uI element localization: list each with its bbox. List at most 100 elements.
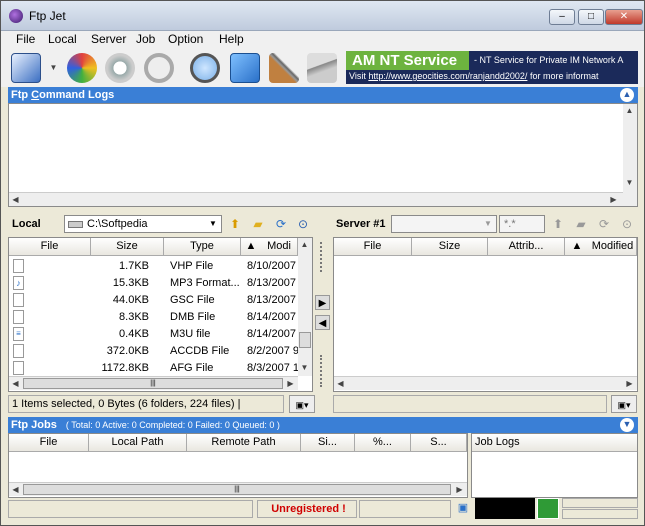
search-icon[interactable] [190,53,220,83]
server-new-folder-icon[interactable]: ▰ [572,215,590,233]
menu-job[interactable]: Job [136,32,155,46]
scroll-up-icon[interactable]: ▲ [623,104,636,117]
settings-icon[interactable] [307,53,337,83]
server-horizontal-scrollbar[interactable]: ◀ ▶ [334,376,637,390]
quick-connect-icon[interactable] [67,53,97,83]
logs-vertical-scrollbar[interactable]: ▲ ▼ [623,104,637,206]
unregistered-label: Unregistered ! [257,500,357,518]
local-label: Local [12,218,41,230]
sort-ascending-icon[interactable]: ▲ [241,238,261,256]
server-col-attrib[interactable]: Attrib... [488,238,565,256]
title-bar[interactable]: Ftp Jet – □ ✕ [1,1,644,31]
scroll-down-icon[interactable]: ▼ [298,361,311,374]
minimize-button[interactable]: – [549,9,575,25]
server-refresh-icon[interactable]: ⟳ [595,215,613,233]
jobs-horizontal-scrollbar[interactable]: ◀ ||| ▶ [9,482,467,496]
collapse-logs-icon[interactable]: ▲ [620,88,634,102]
connect-dropdown-icon[interactable]: ▼ [47,61,60,74]
local-path-combo[interactable]: C:\Softpedia ▼ [64,215,222,233]
cell-type: GSC File [170,294,215,306]
local-col-size[interactable]: Size [91,238,164,256]
scroll-right-icon[interactable]: ▶ [607,193,620,206]
jobs-summary: ( Total: 0 Active: 0 Completed: 0 Failed… [65,420,280,430]
server-file-list[interactable]: File Size Attrib... ▲ Modified ◀ ▶ [333,237,638,392]
download-arrow-icon[interactable]: ◀ [315,315,330,330]
collapse-jobs-icon[interactable]: ▼ [620,418,634,432]
scroll-left-icon[interactable]: ◀ [9,483,22,496]
pane-splitter[interactable]: ▶ ◀ [315,237,331,392]
refresh-icon[interactable]: ⟳ [272,215,290,233]
scroll-thumb[interactable] [299,332,311,348]
scroll-right-icon[interactable]: ▶ [623,377,636,390]
jobs-col-remote-path[interactable]: Remote Path [187,434,301,452]
local-col-modified[interactable]: Modi [261,238,298,256]
jobs-col-status[interactable]: S... [411,434,467,452]
local-options-icon[interactable]: ⊙ [294,215,312,233]
local-vertical-scrollbar[interactable]: ▲ ▼ [298,238,312,376]
maximize-button[interactable]: □ [578,9,604,25]
logs-horizontal-scrollbar[interactable]: ◀ ▶ [9,192,623,206]
site-manager-icon[interactable] [230,53,260,83]
menu-server[interactable]: Server [91,32,126,46]
table-row[interactable]: 1.7KB VHP File 8/10/2007 [9,258,298,275]
table-row[interactable]: ≡ 0.4KB M3U file 8/14/2007 [9,326,298,343]
jobs-header: Ftp Jobs ( Total: 0 Active: 0 Completed:… [8,417,638,433]
up-folder-icon[interactable]: ⬆ [226,215,244,233]
banner-link[interactable]: http://www.geocities.com/ranjandd2002/ [368,71,527,81]
jobs-col-local-path[interactable]: Local Path [89,434,187,452]
ad-banner[interactable]: AM NT Service - NT Service for Private I… [346,51,638,84]
scroll-down-icon[interactable]: ▼ [623,176,636,189]
job-logs-panel[interactable]: Job Logs [471,433,638,498]
banner-link-text[interactable]: Visit http://www.geocities.com/ranjandd2… [349,71,598,81]
scroll-left-icon[interactable]: ◀ [9,193,22,206]
chevron-down-icon[interactable]: ▼ [481,217,495,231]
server-path-combo[interactable]: ▼ [391,215,497,233]
local-col-file[interactable]: File [9,238,91,256]
scroll-left-icon[interactable]: ◀ [9,377,22,390]
table-row[interactable]: ♪ 15.3KB MP3 Format... 8/13/2007 [9,275,298,292]
disconnect-icon[interactable] [144,53,174,83]
jobs-list[interactable]: File Local Path Remote Path Si... %... S… [8,433,468,498]
command-logs-panel[interactable]: ▲ ▼ ◀ ▶ [8,103,638,207]
connect-icon[interactable] [11,53,41,83]
menu-file[interactable]: File [16,32,35,46]
server-col-modified[interactable]: Modified [589,238,637,256]
scroll-left-icon[interactable]: ◀ [334,377,347,390]
server-options-icon[interactable]: ⊙ [618,215,636,233]
chevron-down-icon[interactable]: ▼ [206,217,220,231]
menu-local[interactable]: Local [48,32,77,46]
close-button[interactable]: ✕ [605,9,643,25]
reconnect-icon[interactable] [105,53,135,83]
scroll-right-icon[interactable]: ▶ [284,377,297,390]
server-col-file[interactable]: File [334,238,412,256]
jobs-col-size[interactable]: Si... [301,434,355,452]
local-col-type[interactable]: Type [164,238,241,256]
table-row[interactable]: 44.0KB GSC File 8/13/2007 [9,292,298,309]
tools-icon[interactable] [269,53,299,83]
local-horizontal-scrollbar[interactable]: ◀ ||| ▶ [9,376,298,390]
app-window: Ftp Jet – □ ✕ File Local Server Job Opti… [0,0,645,526]
server-col-size[interactable]: Size [412,238,488,256]
scroll-thumb[interactable]: ||| [23,378,283,389]
local-view-toggle-icon[interactable]: ▣▾ [289,395,315,413]
jobs-col-percent[interactable]: %... [355,434,411,452]
menu-help[interactable]: Help [219,32,244,46]
sort-ascending-icon[interactable]: ▲ [565,238,589,256]
local-file-list[interactable]: File Size Type ▲ Modi 1.7KB VHP File 8/10/… [8,237,313,392]
new-folder-icon[interactable]: ▰ [249,215,267,233]
scroll-up-icon[interactable]: ▲ [298,238,311,251]
server-view-toggle-icon[interactable]: ▣▾ [611,395,637,413]
table-row[interactable]: 372.0KB ACCDB File 8/2/2007 9 [9,343,298,360]
server-up-folder-icon[interactable]: ⬆ [549,215,567,233]
jobs-col-file[interactable]: File [9,434,89,452]
file-icon [13,259,24,273]
scroll-right-icon[interactable]: ▶ [453,483,466,496]
table-row[interactable]: 8.3KB DMB File 8/14/2007 [9,309,298,326]
status-bar-blank [359,500,451,518]
scroll-thumb[interactable]: ||| [23,484,451,495]
playlist-file-icon: ≡ [13,327,24,341]
menu-option[interactable]: Option [168,32,203,46]
table-row[interactable]: 1172.8KB AFG File 8/3/2007 1 [9,360,298,377]
server-filter-field[interactable]: *.* [499,215,545,233]
upload-arrow-icon[interactable]: ▶ [315,295,330,310]
